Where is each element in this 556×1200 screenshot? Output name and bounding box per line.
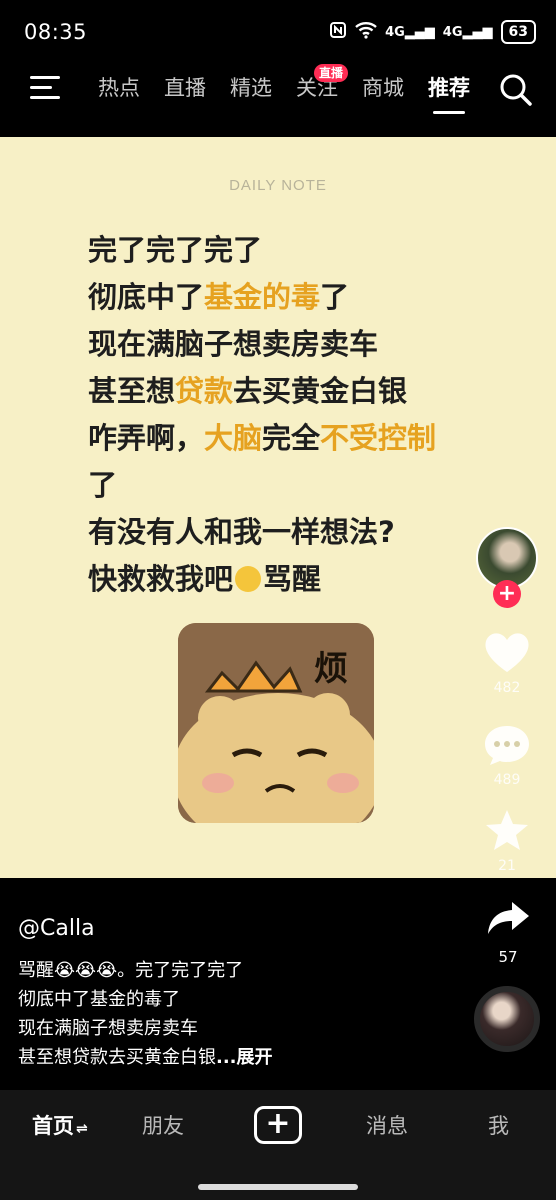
create-button[interactable]: + [254, 1106, 302, 1144]
bottom-nav: 首页 ⇌ 朋友 + 消息 我 [0, 1090, 556, 1200]
wifi-icon [355, 21, 377, 43]
favorite-count: 21 [498, 858, 516, 874]
post-line: 快救救我吧 骂醒 [88, 562, 322, 596]
tab-hot[interactable]: 热点 [86, 72, 152, 112]
share-count: 57 [498, 948, 518, 966]
desc-line: 骂醒😭😭😭。完了完了完了 [18, 960, 244, 981]
share-button[interactable]: 57 [486, 900, 530, 966]
tab-featured[interactable]: 精选 [218, 72, 284, 112]
battery-icon: 63 [500, 20, 536, 44]
top-nav: 热点 直播 精选 关注 直播 商城 推荐 [0, 62, 556, 134]
menu-icon[interactable] [30, 76, 62, 102]
desc-line: 现在满脑子想卖房卖车 [18, 1018, 198, 1039]
post-info: @Calla 骂醒😭😭😭。完了完了完了 彻底中了基金的毒了 现在满脑子想卖房卖车… [0, 878, 556, 1090]
share-icon [488, 902, 529, 934]
tab-mall[interactable]: 商城 [350, 72, 416, 112]
home-indicator[interactable] [198, 1184, 358, 1190]
post-line: 现在满脑子想卖房卖车 [88, 327, 379, 361]
weary-face-icon [235, 566, 262, 592]
comment-icon [485, 726, 529, 765]
expand-link[interactable]: ...展开 [216, 1047, 273, 1068]
post-line: 完了完了完了 [88, 233, 263, 267]
tab-following[interactable]: 关注 直播 [284, 64, 350, 112]
nav-home[interactable]: 首页 ⇌ [32, 1110, 88, 1140]
signal-icon-2: 4G▂▄▆ [442, 24, 493, 40]
post-line: 了 [88, 468, 118, 502]
live-badge: 直播 [314, 64, 349, 82]
status-time: 08:35 [24, 20, 88, 44]
post-line: 甚至想贷款去买黄金白银 [88, 374, 408, 408]
signal-icon: 4G▂▄▆ [385, 24, 435, 40]
comment-button[interactable]: 489 [476, 722, 538, 788]
desc-line: 甚至想贷款去买黄金白银...展开 [18, 1047, 273, 1068]
post-description[interactable]: 骂醒😭😭😭。完了完了完了 彻底中了基金的毒了 现在满脑子想卖房卖车 甚至想贷款去… [18, 956, 273, 1072]
search-icon[interactable] [498, 72, 534, 108]
post-line: 彻底中了基金的毒了 [88, 280, 350, 314]
desc-line: 彻底中了基金的毒了 [18, 989, 180, 1010]
tab-recommend[interactable]: 推荐 [416, 72, 482, 114]
feed-tabs: 热点 直播 精选 关注 直播 商城 推荐 [86, 64, 482, 114]
comment-count: 489 [493, 772, 521, 788]
status-bar: 08:35 4G▂▄▆ 4G▂▄▆ 63 [0, 0, 556, 62]
switch-icon: ⇌ [76, 1121, 88, 1137]
post-header: DAILY NOTE [229, 177, 327, 194]
status-icons: 4G▂▄▆ 4G▂▄▆ 63 [329, 20, 536, 44]
star-icon [486, 810, 528, 850]
heart-icon [485, 633, 529, 672]
like-button[interactable]: 482 [476, 630, 538, 696]
music-disc[interactable] [474, 986, 540, 1052]
bear-sticker: 烦 [178, 623, 374, 823]
post-image[interactable]: DAILY NOTE 完了完了完了 彻底中了基金的毒了 现在满脑子想卖房卖车 甚… [0, 137, 556, 878]
sticker-text: 烦 [314, 649, 348, 689]
post-text: 完了完了完了 彻底中了基金的毒了 现在满脑子想卖房卖车 甚至想贷款去买黄金白银 … [88, 227, 436, 603]
follow-plus-icon[interactable]: + [493, 580, 521, 608]
author-name[interactable]: @Calla [18, 916, 95, 941]
post-line: 咋弄啊，大脑完全不受控制 [88, 421, 437, 455]
tab-live[interactable]: 直播 [152, 72, 218, 112]
nfc-icon [329, 21, 347, 43]
post-line: 有没有人和我一样想法? [88, 515, 395, 549]
nav-friends[interactable]: 朋友 [142, 1110, 184, 1140]
nav-me[interactable]: 我 [488, 1110, 509, 1140]
like-count: 482 [493, 680, 521, 696]
nav-messages[interactable]: 消息 [366, 1110, 408, 1140]
favorite-button[interactable]: 21 [476, 808, 538, 874]
